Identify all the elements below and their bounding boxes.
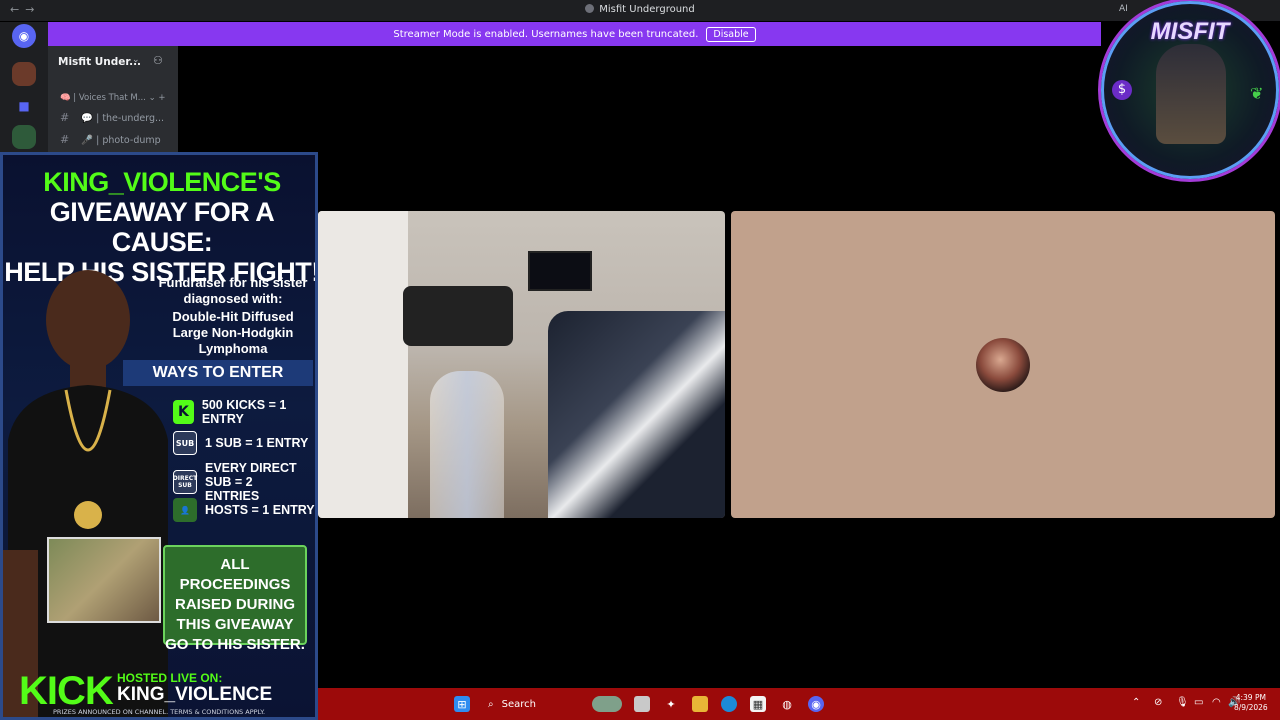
- hash-icon: #: [60, 111, 70, 124]
- glass-bong: [430, 371, 504, 518]
- file-explorer-icon[interactable]: [692, 696, 708, 712]
- host-icon: 👤: [173, 498, 197, 522]
- tray-chevron-icon[interactable]: ⌃: [1132, 697, 1140, 708]
- video-tile-avatar[interactable]: [731, 211, 1275, 518]
- avatar[interactable]: [976, 338, 1030, 392]
- way-text: 500 KICKS = 1 ENTRY: [201, 398, 287, 426]
- fundraiser-line2: Double-Hit Diffused Large Non-Hodgkin Ly…: [172, 309, 294, 356]
- copilot-icon[interactable]: ✦: [663, 696, 679, 712]
- way-direct-sub: DIRECT SUB EVERY DIRECT SUB = 2 ENTRIES: [173, 461, 309, 503]
- channel-item-the-underground[interactable]: # 💬 | the-underg...: [60, 111, 164, 124]
- server-rail: ◉ ■: [0, 22, 48, 152]
- clock-date: 8/9/2026: [1234, 703, 1268, 712]
- ai-label: AI: [1119, 4, 1128, 14]
- misfit-figure: [1156, 44, 1226, 144]
- window-title: Misfit Underground: [0, 4, 1280, 15]
- category-add-icon[interactable]: +: [158, 93, 165, 103]
- room-sofa: [403, 286, 513, 346]
- edge-icon[interactable]: [721, 696, 737, 712]
- gaming-chair: [548, 311, 725, 518]
- sub-icon: SUB: [173, 431, 197, 455]
- channel-label: the-underg...: [102, 113, 165, 124]
- mic-icon[interactable]: 🎙: [1176, 697, 1189, 708]
- way-hosts: 👤 HOSTS = 1 ENTRY: [173, 498, 315, 522]
- taskbar: ⊞ ⌕ Search ✦ ▦ ◍ ◉ ⌃ ⊘ 🎙 ▭ ◠ 🔊: [318, 688, 1280, 720]
- server-icon-misfit[interactable]: [12, 125, 36, 149]
- channel-emoji: 💬: [81, 113, 94, 124]
- chevron-down-icon[interactable]: ⌄: [132, 55, 140, 65]
- folder-icon[interactable]: ■: [12, 94, 36, 118]
- network-icon[interactable]: ⊘: [1154, 697, 1162, 708]
- fundraiser-line1: Fundraiser for his sister diagnosed with…: [158, 275, 308, 306]
- way-kicks: K 500 KICKS = 1 ENTRY: [173, 398, 315, 426]
- way-sub: SUB 1 SUB = 1 ENTRY: [173, 431, 308, 455]
- room-wall: [318, 211, 408, 518]
- task-view-icon[interactable]: [634, 696, 650, 712]
- proceeds-box: ALL PROCEEDINGS RAISED DURING THIS GIVEA…: [163, 545, 307, 653]
- host-name: KING_VIOLENCE: [117, 684, 273, 705]
- streamer-mode-banner: Streamer Mode is enabled. Usernames have…: [48, 22, 1101, 46]
- kick-icon: K: [173, 400, 194, 424]
- taskbar-clock[interactable]: 4:39 PM 8/9/2026: [1234, 693, 1268, 713]
- room-tv: [528, 251, 592, 291]
- fundraiser-text: Fundraiser for his sister diagnosed with…: [153, 275, 313, 357]
- ways-to-enter-title: WAYS TO ENTER: [123, 360, 313, 386]
- obs-icon[interactable]: ◍: [779, 696, 795, 712]
- discord-icon[interactable]: ◉: [808, 696, 824, 712]
- server-icon-1[interactable]: [12, 62, 36, 86]
- sister-photo: [47, 537, 161, 623]
- way-text: 1 SUB = 1 ENTRY: [205, 436, 309, 450]
- way-text: EVERY DIRECT SUB = 2 ENTRIES: [205, 461, 297, 503]
- server-name[interactable]: Misfit Under...: [58, 56, 141, 68]
- window-title-text: Misfit Underground: [599, 4, 695, 15]
- widgets-icon[interactable]: [592, 696, 622, 712]
- dollar-icon: $: [1112, 80, 1132, 100]
- video-tile-camera[interactable]: [318, 211, 725, 518]
- misfit-logo-text: MISFIT: [1150, 18, 1230, 45]
- category-label: 🧠 | Voices That M...: [60, 93, 146, 103]
- channel-item-photo-dump[interactable]: # 🎤 | photo-dump: [60, 133, 161, 146]
- banner-text: Streamer Mode is enabled. Usernames have…: [393, 28, 699, 40]
- disable-button[interactable]: Disable: [706, 26, 756, 42]
- wifi-icon[interactable]: ◠: [1212, 697, 1221, 708]
- hosted-label: HOSTED LIVE ON:: [117, 671, 223, 685]
- start-icon[interactable]: ⊞: [454, 696, 470, 712]
- leaf-icon: ❦: [1250, 84, 1264, 103]
- kick-host-bar: KICK HOSTED LIVE ON: KING_VIOLENCE: [3, 659, 315, 713]
- way-text: HOSTS = 1 ENTRY: [205, 503, 315, 517]
- giveaway-ad-overlay: KING_VIOLENCE'S GIVEAWAY FOR A CAUSE: HE…: [0, 152, 318, 720]
- discord-home-icon[interactable]: ◉: [12, 24, 36, 48]
- channel-emoji: 🎤: [81, 135, 94, 146]
- clock-time: 4:39 PM: [1235, 693, 1266, 702]
- search-label: Search: [501, 698, 536, 710]
- hash-icon: #: [60, 133, 70, 146]
- misfit-logo-overlay: MISFIT $ ❦: [1101, 1, 1279, 179]
- host-photo: [3, 270, 168, 717]
- app-logo-icon: [585, 4, 595, 13]
- title-bar: ←→ Misfit Underground AI: [0, 0, 1280, 21]
- direct-sub-icon: DIRECT SUB: [173, 470, 197, 494]
- category-chevron-icon[interactable]: ⌄: [149, 93, 156, 103]
- ad-headline-line2: GIVEAWAY FOR A CAUSE:: [49, 197, 275, 257]
- terms-text: PRIZES ANNOUNCED ON CHANNEL. TERMS & CON…: [52, 708, 266, 716]
- ad-headline-line1: KING_VIOLENCE'S: [43, 167, 281, 197]
- channel-sidebar: Misfit Under... ⌄ ⚇ 🧠 | Voices That M...…: [48, 46, 178, 152]
- channel-category[interactable]: 🧠 | Voices That M... ⌄ +: [60, 93, 166, 103]
- channel-label: photo-dump: [102, 135, 161, 146]
- monitor-icon[interactable]: ▭: [1194, 697, 1203, 708]
- store-icon[interactable]: ▦: [750, 696, 766, 712]
- invite-icon[interactable]: ⚇: [153, 54, 163, 67]
- search-icon: ⌕: [488, 698, 494, 710]
